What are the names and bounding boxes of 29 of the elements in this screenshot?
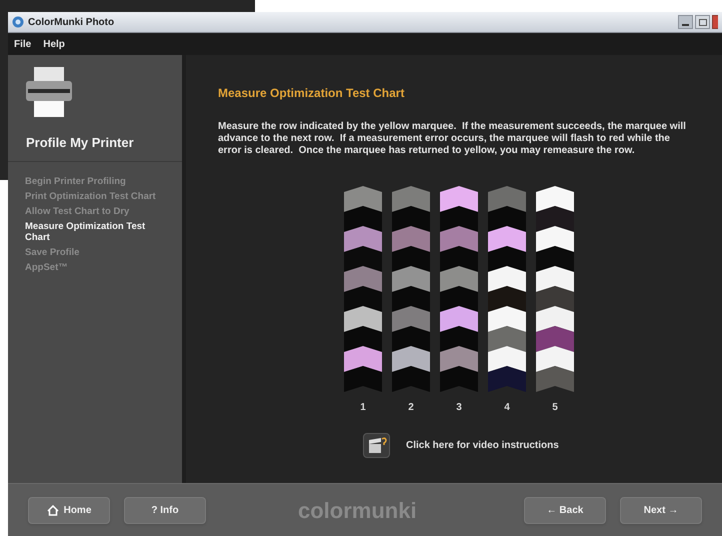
minimize-button[interactable] (678, 15, 693, 29)
menu-item[interactable]: Help (41, 36, 67, 52)
maximize-button[interactable] (695, 15, 710, 29)
step-item[interactable]: Print Optimization Test Chart (25, 191, 165, 202)
sidebar-heading: Profile My Printer (26, 134, 135, 152)
step-item[interactable]: AppSet™ (25, 262, 165, 273)
column-label: 3 (456, 401, 462, 415)
app-icon (12, 16, 24, 28)
clapperboard-icon (366, 437, 386, 454)
video-instructions-link[interactable]: Click here for video instructions (406, 438, 559, 453)
info-button[interactable]: ? Info (124, 496, 206, 524)
column-label: 4 (504, 401, 510, 415)
video-button[interactable] (363, 433, 390, 458)
nav-button[interactable]: Next → (620, 496, 702, 524)
step-item[interactable]: Save Profile (25, 247, 165, 258)
nav-button[interactable]: ← Back (524, 496, 606, 524)
column-label: 5 (552, 401, 558, 415)
window-title: ColorMunki Photo (28, 16, 114, 30)
column-label: 1 (360, 401, 366, 415)
page-title: Measure Optimization Test Chart (218, 85, 406, 102)
home-button[interactable]: Home (28, 496, 110, 524)
step-item[interactable]: Allow Test Chart to Dry (25, 206, 165, 217)
column-label: 2 (408, 401, 414, 415)
home-icon (46, 504, 59, 516)
step-item[interactable]: Measure Optimization Test Chart (25, 221, 165, 243)
step-item[interactable]: Begin Printer Profiling (25, 176, 165, 187)
menu-item[interactable]: File (12, 36, 34, 52)
instructions-text: Measure the row indicated by the yellow marquee. If the measurement succeeds, the marquee will advance to the next row. If a measurement error occurs, the marquee will flash to red while the error is cleared. Once the marquee has returned to yellow, you may remeasure the row. (218, 121, 687, 157)
printer-icon (26, 67, 72, 117)
